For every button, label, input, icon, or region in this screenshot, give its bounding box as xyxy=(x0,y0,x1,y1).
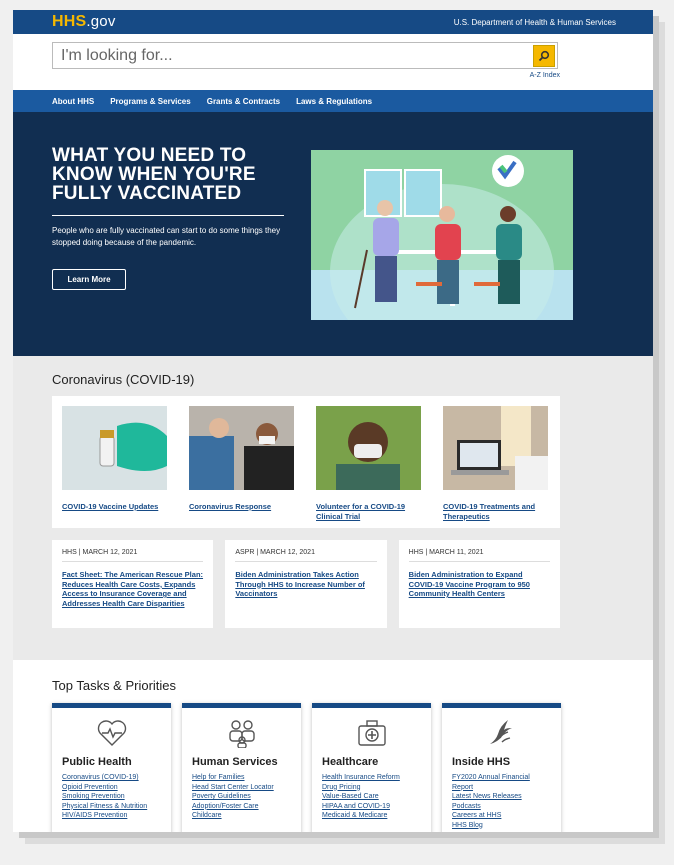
hero-text: People who are fully vaccinated can star… xyxy=(52,226,281,247)
news-link[interactable]: Biden Administration Takes Action Throug… xyxy=(235,570,376,599)
news-meta: ASPR | MARCH 12, 2021 xyxy=(235,549,377,562)
nav-laws-regulations[interactable]: Laws & Regulations xyxy=(296,97,372,106)
covid-card-link[interactable]: Coronavirus Response xyxy=(189,502,294,512)
heart-pulse-icon xyxy=(97,720,126,746)
covid-section: Coronavirus (COVID-19) COVID-19 Vaccine … xyxy=(13,356,653,660)
task-link[interactable]: Smoking Prevention xyxy=(62,792,161,802)
covid-card-link[interactable]: COVID-19 Treatments and Therapeutics xyxy=(443,502,548,521)
task-card-title: Healthcare xyxy=(322,756,379,768)
task-link[interactable]: Latest News Releases xyxy=(452,792,551,802)
hhs-eagle-icon xyxy=(489,720,512,744)
covid-card: COVID-19 Vaccine Updates xyxy=(62,406,167,528)
vaccine-vial-image[interactable] xyxy=(62,406,167,490)
medical-kit-icon xyxy=(357,720,386,746)
task-link[interactable]: Podcasts xyxy=(452,802,551,812)
top-tasks-section: Top Tasks & Priorities Public Health Cor… xyxy=(13,660,653,832)
tasks-heading: Top Tasks & Priorities xyxy=(52,678,177,693)
az-index-link[interactable]: A-Z Index xyxy=(530,72,560,79)
news-link[interactable]: Biden Administration to Expand COVID-19 … xyxy=(409,570,550,599)
task-link[interactable]: Poverty Guidelines xyxy=(192,792,291,802)
task-link[interactable]: Opioid Prevention xyxy=(62,783,161,793)
department-name[interactable]: U.S. Department of Health & Human Servic… xyxy=(454,18,616,27)
search-button[interactable] xyxy=(533,44,555,67)
covid-card-link[interactable]: Volunteer for a COVID-19 Clinical Trial xyxy=(316,502,421,521)
learn-more-button[interactable]: Learn More xyxy=(52,269,126,290)
news-card: ASPR | MARCH 12, 2021 Biden Administrati… xyxy=(225,540,387,628)
covid-card: COVID-19 Treatments and Therapeutics xyxy=(443,406,548,528)
task-card-human-services: Human Services Help for Families Head St… xyxy=(182,703,301,832)
masked-man-image[interactable] xyxy=(316,406,421,490)
logo-hhs-text: HHS xyxy=(52,13,87,30)
search-icon xyxy=(538,50,550,61)
tasks-card-row: Public Health Coronavirus (COVID-19) Opi… xyxy=(52,703,562,832)
hero-divider xyxy=(52,215,284,216)
search-area: A-Z Index xyxy=(13,34,653,90)
logo-gov-text: .gov xyxy=(86,13,116,30)
news-link[interactable]: Fact Sheet: The American Rescue Plan: Re… xyxy=(62,570,203,608)
covid-card-row: COVID-19 Vaccine Updates Coronavirus Res… xyxy=(52,396,560,528)
task-card-public-health: Public Health Coronavirus (COVID-19) Opi… xyxy=(52,703,171,832)
task-link[interactable]: Health Insurance Reform xyxy=(322,773,421,783)
task-link[interactable]: Physical Fitness & Nutrition xyxy=(62,802,161,812)
top-bar: HHS.gov U.S. Department of Health & Huma… xyxy=(13,10,653,34)
task-card-title: Inside HHS xyxy=(452,756,511,768)
task-card-title: Public Health xyxy=(62,756,132,768)
task-link[interactable]: HHS Blog xyxy=(452,821,551,831)
task-card-healthcare: Healthcare Health Insurance Reform Drug … xyxy=(312,703,431,832)
covid-heading: Coronavirus (COVID-19) xyxy=(52,372,195,387)
news-meta: HHS | MARCH 12, 2021 xyxy=(62,549,204,562)
task-link[interactable]: HIV/AIDS Prevention xyxy=(62,811,161,821)
task-link[interactable]: Adoption/Foster Care xyxy=(192,802,291,812)
hero-title: WHAT YOU NEED TO KNOW WHEN YOU'RE FULLY … xyxy=(52,145,256,204)
family-icon xyxy=(228,720,255,748)
task-link[interactable]: Childcare xyxy=(192,811,291,821)
task-link[interactable]: Careers at HHS xyxy=(452,811,551,821)
news-meta: HHS | MARCH 11, 2021 xyxy=(408,549,550,562)
search-box xyxy=(52,42,558,69)
task-link[interactable]: HIPAA and COVID-19 xyxy=(322,802,421,812)
covid-card: Volunteer for a COVID-19 Clinical Trial xyxy=(316,406,421,528)
browser-page: HHS.gov U.S. Department of Health & Huma… xyxy=(13,10,653,832)
hhs-logo[interactable]: HHS.gov xyxy=(52,13,116,31)
news-card: HHS | MARCH 12, 2021 Fact Sheet: The Ame… xyxy=(52,540,214,628)
vaccinated-people-illustration[interactable] xyxy=(311,150,573,320)
nav-programs-services[interactable]: Programs & Services xyxy=(110,97,191,106)
task-link[interactable]: Coronavirus (COVID-19) xyxy=(62,773,161,783)
covid-card-link[interactable]: COVID-19 Vaccine Updates xyxy=(62,502,167,512)
task-link[interactable]: Help for Families xyxy=(192,773,291,783)
covid-card: Coronavirus Response xyxy=(189,406,294,528)
news-card: HHS | MARCH 11, 2021 Biden Administratio… xyxy=(398,540,560,628)
task-link[interactable]: Drug Pricing xyxy=(322,783,421,793)
news-row: HHS | MARCH 12, 2021 Fact Sheet: The Ame… xyxy=(52,540,560,628)
hero-banner: WHAT YOU NEED TO KNOW WHEN YOU'RE FULLY … xyxy=(13,112,653,356)
task-card-title: Human Services xyxy=(192,756,278,768)
telehealth-image[interactable] xyxy=(443,406,548,490)
nav-grants-contracts[interactable]: Grants & Contracts xyxy=(207,97,280,106)
search-input[interactable] xyxy=(53,46,533,65)
medical-staff-image[interactable] xyxy=(189,406,294,490)
task-card-inside-hhs: Inside HHS FY2020 Annual Financial Repor… xyxy=(442,703,561,832)
task-link[interactable]: Medicaid & Medicare xyxy=(322,811,421,821)
main-nav: About HHS Programs & Services Grants & C… xyxy=(13,90,653,112)
task-link[interactable]: FY2020 Annual Financial Report xyxy=(452,773,551,792)
nav-about-hhs[interactable]: About HHS xyxy=(52,97,94,106)
task-link[interactable]: Value-Based Care xyxy=(322,792,421,802)
task-link[interactable]: Head Start Center Locator xyxy=(192,783,291,793)
